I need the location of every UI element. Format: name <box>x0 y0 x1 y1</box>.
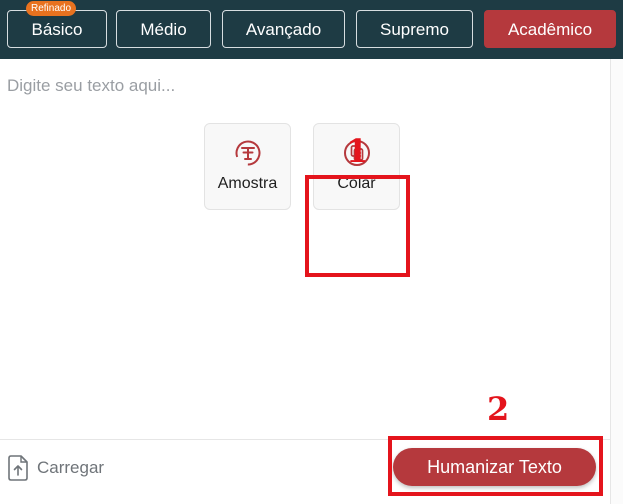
mode-medio-button[interactable]: Médio <box>116 10 211 48</box>
mode-supremo-button[interactable]: Supremo <box>356 10 473 48</box>
mode-academico-button[interactable]: Acadêmico <box>484 10 616 48</box>
upload-button[interactable]: Carregar <box>7 455 104 481</box>
step2-number: 2 <box>487 390 510 428</box>
upload-label: Carregar <box>37 458 105 477</box>
step2-highlight <box>388 436 603 496</box>
refinado-badge: Refinado <box>26 1 77 16</box>
scrollbar[interactable] <box>610 59 623 504</box>
mode-avancado-button[interactable]: Avançado <box>222 10 345 48</box>
sample-label: Amostra <box>217 175 278 192</box>
sample-text-icon <box>235 140 261 166</box>
editor-placeholder: Digite seu texto aqui... <box>7 76 176 95</box>
step1-highlight <box>305 175 410 277</box>
sample-button[interactable]: Amostra <box>204 123 291 210</box>
step1-number: 1 <box>346 132 369 170</box>
upload-file-icon <box>8 455 28 481</box>
mode-bar: Básico Refinado Médio Avançado Supremo A… <box>0 0 623 59</box>
